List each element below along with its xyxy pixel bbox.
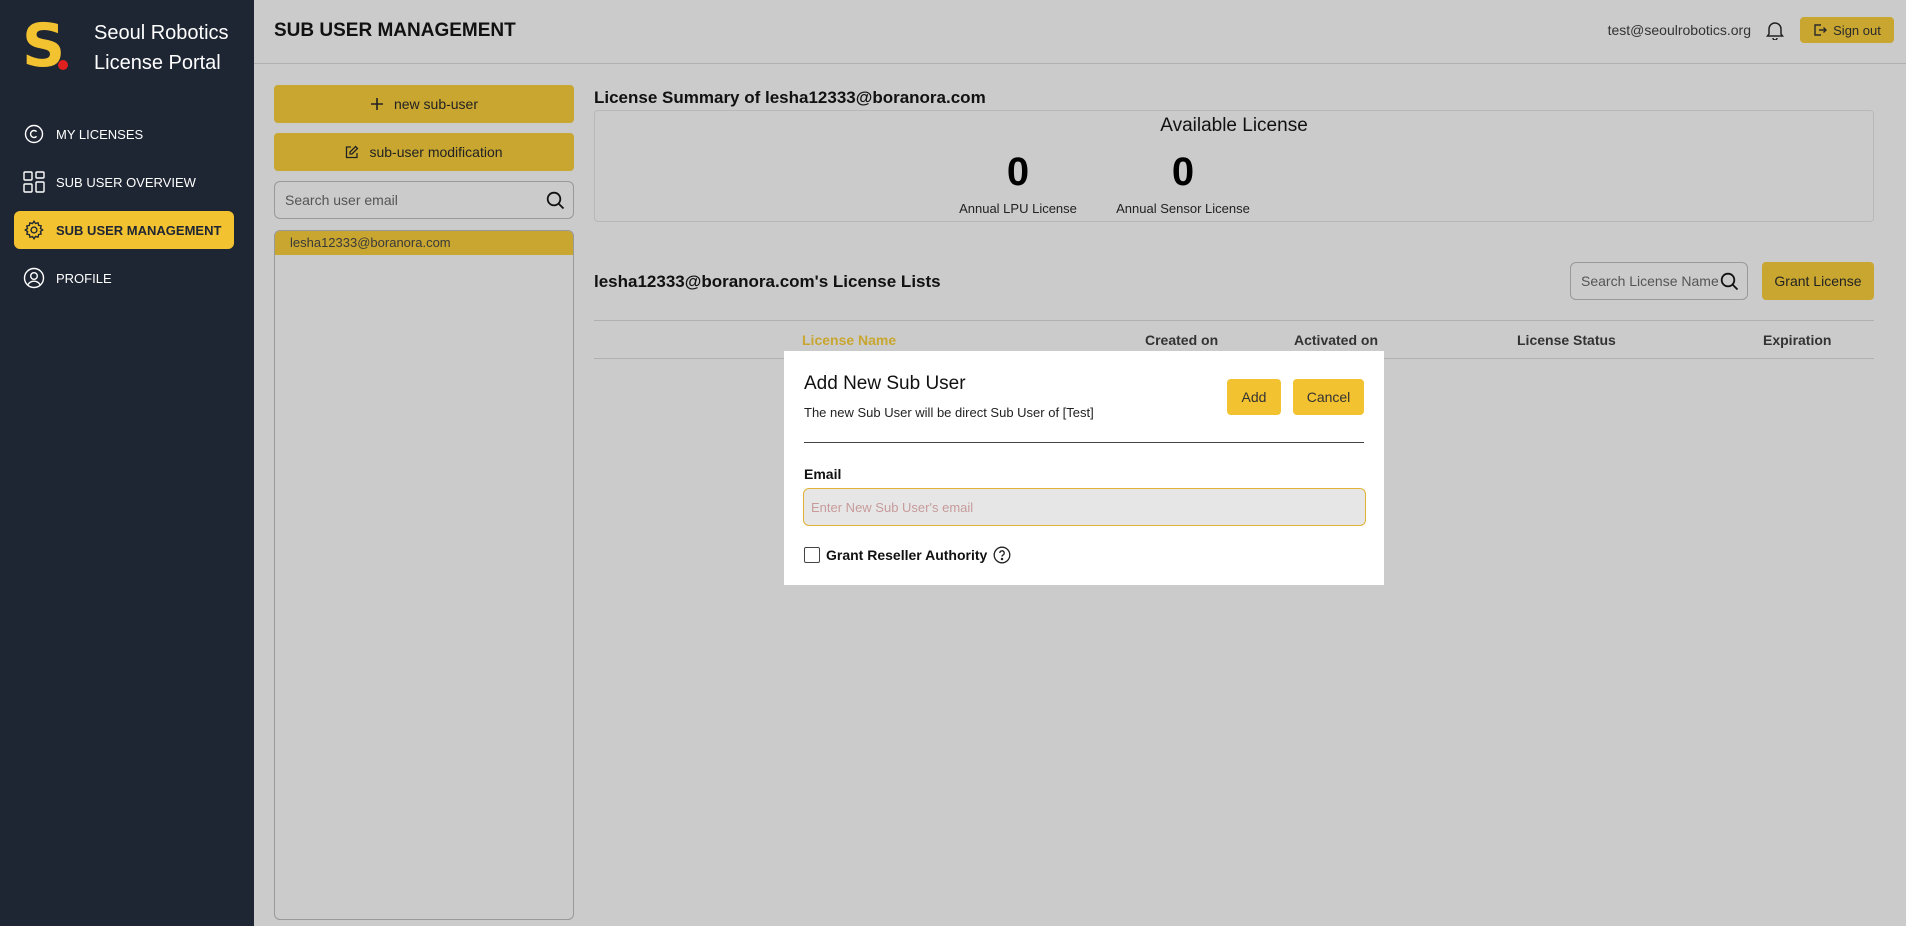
current-user-email: test@seoulrobotics.org	[1607, 22, 1751, 38]
dialog-title: Add New Sub User	[804, 373, 966, 394]
sub-user-modification-label: sub-user modification	[369, 144, 503, 160]
sidebar-item-my-licenses[interactable]: MY LICENSES	[14, 115, 234, 153]
user-search-input[interactable]	[285, 182, 535, 218]
column-license-name[interactable]: License Name	[802, 332, 896, 348]
list-item[interactable]: lesha12333@boranora.com	[275, 231, 573, 255]
grant-reseller-row: Grant Reseller Authority	[804, 546, 1011, 564]
sub-user-list: lesha12333@boranora.com	[274, 230, 574, 920]
sidebar-item-sub-user-overview[interactable]: SUB USER OVERVIEW	[14, 163, 234, 201]
brand[interactable]: S Seoul Robotics License Portal	[22, 16, 229, 78]
sensor-license-stat: 0 Annual Sensor License	[1108, 149, 1258, 216]
copyright-icon	[22, 122, 46, 146]
stat-value: 0	[1006, 150, 1030, 194]
sub-user-modification-button[interactable]: sub-user modification	[274, 133, 574, 171]
license-search-box	[1570, 262, 1748, 300]
top-header: SUB USER MANAGEMENT test@seoulrobotics.o…	[254, 0, 1906, 64]
page-title: SUB USER MANAGEMENT	[274, 20, 516, 41]
column-license-status[interactable]: License Status	[1517, 332, 1616, 348]
user-search-box	[274, 181, 574, 219]
edit-icon	[346, 145, 359, 159]
sidebar-item-label: SUB USER OVERVIEW	[56, 174, 196, 190]
stat-label: Annual Sensor License	[1116, 201, 1250, 216]
stat-value: 0	[1171, 150, 1195, 194]
column-expiration[interactable]: Expiration	[1763, 332, 1831, 348]
available-license-heading: Available License	[1160, 115, 1308, 136]
stat-label: Annual LPU License	[959, 201, 1077, 216]
plus-icon	[370, 98, 383, 110]
column-created-on[interactable]: Created on	[1145, 332, 1218, 348]
column-activated-on[interactable]: Activated on	[1294, 332, 1378, 348]
license-summary-title: License Summary of lesha12333@boranora.c…	[594, 88, 986, 107]
cancel-button[interactable]: Cancel	[1293, 379, 1364, 415]
brand-line-2: License Portal	[94, 52, 221, 74]
add-sub-user-dialog: Add New Sub User The new Sub User will b…	[784, 351, 1384, 585]
grant-license-button[interactable]: Grant License	[1762, 262, 1874, 300]
grant-reseller-label: Grant Reseller Authority	[826, 547, 988, 563]
sidebar-item-label: SUB USER MANAGEMENT	[56, 222, 222, 238]
lpu-license-stat: 0 Annual LPU License	[943, 149, 1093, 216]
brand-line-1: Seoul Robotics	[94, 22, 229, 44]
bell-icon[interactable]	[1766, 20, 1786, 41]
license-lists-title: lesha12333@boranora.com's License Lists	[594, 272, 941, 291]
sidebar-item-label: PROFILE	[56, 270, 112, 286]
sign-out-button[interactable]: Sign out	[1800, 17, 1894, 43]
sidebar: S Seoul Robotics License Portal MY LICEN…	[0, 0, 254, 926]
sidebar-nav: MY LICENSES SUB USER OVERVIEW SUB USER M…	[14, 115, 234, 307]
sign-out-icon	[1814, 24, 1828, 36]
dialog-divider	[804, 442, 1364, 443]
new-sub-user-button[interactable]: new sub-user	[274, 85, 574, 123]
search-icon[interactable]	[546, 191, 565, 215]
add-button[interactable]: Add	[1227, 379, 1281, 415]
user-circle-icon	[22, 266, 46, 290]
license-search-input[interactable]	[1581, 263, 1721, 299]
brand-name: Seoul Robotics License Portal	[94, 18, 229, 78]
sign-out-label: Sign out	[1833, 22, 1881, 38]
new-sub-user-label: new sub-user	[393, 96, 479, 112]
seoul-robotics-logo: S	[22, 16, 70, 76]
help-icon[interactable]	[993, 546, 1011, 564]
email-field[interactable]	[803, 488, 1366, 526]
grid-icon	[22, 170, 46, 194]
email-label: Email	[804, 466, 842, 482]
grant-reseller-checkbox[interactable]	[804, 547, 820, 563]
gear-icon	[22, 218, 46, 242]
sidebar-item-profile[interactable]: PROFILE	[14, 259, 234, 297]
license-summary-card: Available License 0 Annual LPU License 0…	[594, 110, 1874, 222]
search-icon[interactable]	[1720, 272, 1739, 296]
sidebar-item-label: MY LICENSES	[56, 126, 144, 142]
sidebar-item-sub-user-management[interactable]: SUB USER MANAGEMENT	[14, 211, 234, 249]
dialog-subtitle: The new Sub User will be direct Sub User…	[804, 405, 1094, 420]
